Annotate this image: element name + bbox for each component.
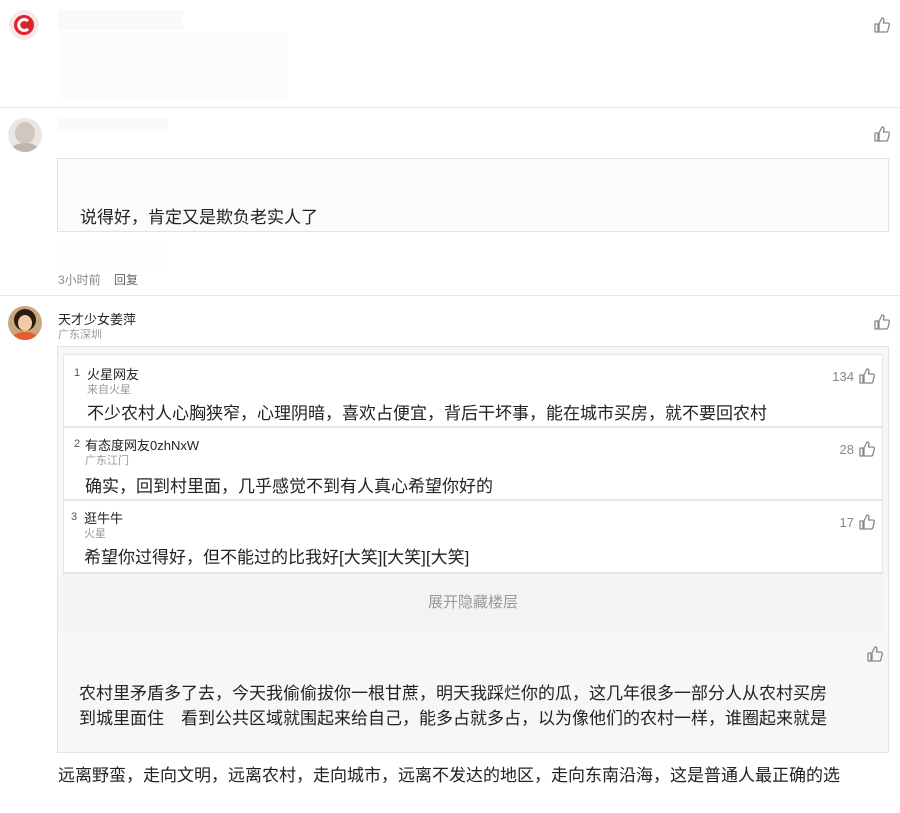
thumbs-up-icon [874, 17, 890, 33]
floor-text: 不少农村人心胸狭窄，心理阴暗，喜欢占便宜，背后干坏事，能在城市买房，就不要回农村 [87, 404, 767, 423]
blurred-comment-text [58, 32, 288, 102]
thumbs-up-icon [859, 368, 875, 384]
comment-text: 说得好，肯定又是欺负老实人了 [80, 208, 318, 227]
comment-time: 3小时前 [58, 273, 101, 287]
floor-text: 希望你过得好，但不能过的比我好[大笑][大笑][大笑] [84, 548, 470, 567]
quoted-floor: 2 有态度网友0zhNxW 广东江门 确实，回到村里面，几乎感觉不到有人真心希望… [63, 427, 883, 500]
like-button[interactable] [873, 16, 891, 34]
floor-like-button[interactable] [858, 513, 876, 531]
reply-button[interactable]: 回复 [114, 271, 138, 288]
floor-location: 火星 [84, 528, 106, 540]
expand-label: 展开隐藏楼层 [427, 594, 518, 611]
thumbs-up-icon [859, 514, 875, 530]
thumbs-up-icon [867, 646, 883, 662]
like-button[interactable] [866, 645, 884, 663]
blurred-username [58, 118, 168, 132]
quoted-floor: 1 火星网友 来自火星 不少农村人心胸狭窄，心理阴暗，喜欢占便宜，背后干坏事，能… [63, 354, 883, 427]
floor-number: 3 [71, 511, 78, 523]
floor-like-count: 28 [839, 442, 854, 457]
comment-divider [0, 107, 900, 108]
expand-hidden-floors-button[interactable]: 展开隐藏楼层 [63, 573, 883, 632]
thumbs-up-icon [874, 126, 890, 142]
floor-location: 广东江门 [85, 455, 129, 467]
floor-text: 确实，回到村里面，几乎感觉不到有人真心希望你好的 [85, 477, 493, 496]
blurred-username [58, 10, 183, 30]
floor-number: 2 [74, 438, 81, 450]
floor-location: 来自火星 [87, 384, 131, 396]
comment-divider [0, 295, 900, 296]
comment-body-line: 远离野蛮，走向文明，远离农村，走向城市，远离不发达的地区，走向东南沿海，这是普通… [58, 766, 840, 785]
floor-number: 1 [74, 367, 81, 379]
floor-like-count: 17 [839, 515, 854, 530]
floor-like-count: 134 [832, 369, 854, 384]
user-avatar[interactable] [8, 118, 42, 152]
comment-location: 广东深圳 [58, 329, 102, 341]
floor-like-button[interactable] [858, 440, 876, 458]
blurred-area [58, 240, 168, 266]
comment-body-line: 到城里面住 看到公共区域就围起来给自己，能多占就多占，以为像他们的农村一样，谁圈… [79, 709, 827, 728]
floor-like-button[interactable] [858, 367, 876, 385]
like-button[interactable] [873, 125, 891, 143]
user-avatar[interactable] [8, 306, 42, 340]
thumbs-up-icon [859, 441, 875, 457]
like-button[interactable] [873, 313, 891, 331]
quoted-floor: 3 逛牛牛 火星 希望你过得好，但不能过的比我好[大笑][大笑][大笑] 17 [63, 500, 883, 573]
app-logo-avatar[interactable] [8, 9, 40, 41]
comment-body-line: 农村里矛盾多了去，今天我偷偷拔你一根甘蔗，明天我踩烂你的瓜，这几年很多一部分人从… [79, 684, 827, 703]
quoted-floors-container: 1 火星网友 来自火星 不少农村人心胸狭窄，心理阴暗，喜欢占便宜，背后干坏事，能… [57, 346, 889, 753]
comment-content-box: 说得好，肯定又是欺负老实人了 [57, 158, 889, 232]
thumbs-up-icon [874, 314, 890, 330]
